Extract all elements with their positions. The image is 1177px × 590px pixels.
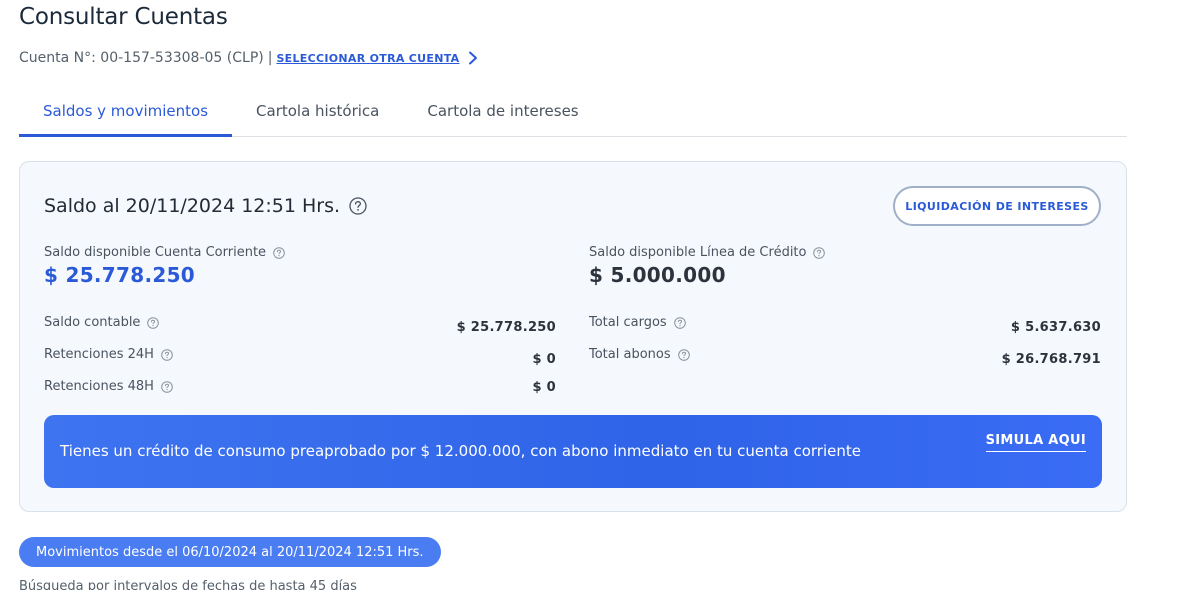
liquidation-interests-button[interactable]: LIQUIDACIÓN DE INTERESES bbox=[893, 186, 1101, 226]
row-value: $ 0 bbox=[532, 352, 556, 367]
table-row: Retenciones 48H $ 0 bbox=[44, 378, 556, 406]
search-interval-note: Búsqueda por intervalos de fechas de has… bbox=[19, 579, 357, 590]
question-circle-icon[interactable] bbox=[161, 348, 173, 361]
row-value: $ 5.637.630 bbox=[1010, 320, 1101, 335]
row-label: Retenciones 24H bbox=[44, 347, 154, 362]
row-label: Total abonos bbox=[589, 347, 671, 362]
tab-cartola-de-intereses[interactable]: Cartola de intereses bbox=[403, 90, 602, 136]
table-row: Total abonos $ 26.768.791 bbox=[589, 346, 1101, 378]
row-label-wrap: Total abonos bbox=[589, 347, 690, 362]
right-balance-rows: Total cargos $ 5.637.630 Total abonos $ … bbox=[589, 314, 1101, 378]
question-circle-icon[interactable] bbox=[349, 197, 367, 215]
question-circle-icon[interactable] bbox=[161, 380, 173, 393]
row-label-wrap: Retenciones 24H bbox=[44, 347, 173, 362]
simulate-link[interactable]: SIMULA AQUI bbox=[985, 433, 1086, 452]
available-credit-label-wrap: Saldo disponible Línea de Crédito bbox=[589, 245, 1101, 260]
question-circle-icon[interactable] bbox=[813, 246, 826, 259]
row-label-wrap: Saldo contable bbox=[44, 315, 160, 330]
question-circle-icon[interactable] bbox=[677, 348, 690, 361]
row-label: Saldo contable bbox=[44, 315, 141, 330]
preapproved-credit-banner: Tienes un crédito de consumo preaprobado… bbox=[44, 415, 1102, 488]
tab-cartola-historica[interactable]: Cartola histórica bbox=[232, 90, 403, 136]
row-label-wrap: Retenciones 48H bbox=[44, 379, 173, 394]
chevron-right-icon[interactable] bbox=[467, 51, 479, 65]
available-checking: Saldo disponible Cuenta Corriente $ 25.7… bbox=[44, 245, 556, 287]
balance-title: Saldo al 20/11/2024 12:51 Hrs. bbox=[44, 195, 367, 217]
separator: | bbox=[267, 50, 273, 66]
account-selector: Cuenta N°: 00-157-53308-05 (CLP) | SELEC… bbox=[19, 50, 479, 66]
question-circle-icon[interactable] bbox=[673, 316, 686, 329]
page-title: Consultar Cuentas bbox=[19, 4, 228, 30]
balance-card: Saldo al 20/11/2024 12:51 Hrs. LIQUIDACI… bbox=[19, 161, 1127, 512]
promo-text: Tienes un crédito de consumo preaprobado… bbox=[60, 442, 861, 460]
row-label: Total cargos bbox=[589, 315, 667, 330]
select-other-account-link[interactable]: SELECCIONAR OTRA CUENTA bbox=[276, 52, 459, 65]
available-checking-label-wrap: Saldo disponible Cuenta Corriente bbox=[44, 245, 556, 260]
available-credit: Saldo disponible Línea de Crédito $ 5.00… bbox=[589, 245, 1101, 287]
balance-title-text: Saldo al 20/11/2024 12:51 Hrs. bbox=[44, 195, 341, 217]
table-row: Total cargos $ 5.637.630 bbox=[589, 314, 1101, 346]
available-credit-amount: $ 5.000.000 bbox=[589, 263, 726, 287]
row-value: $ 26.768.791 bbox=[1001, 352, 1101, 367]
row-label-wrap: Total cargos bbox=[589, 315, 686, 330]
table-row: Saldo contable $ 25.778.250 bbox=[44, 314, 556, 346]
question-circle-icon[interactable] bbox=[147, 316, 160, 329]
row-value: $ 0 bbox=[532, 380, 556, 395]
tab-saldos-y-movimientos[interactable]: Saldos y movimientos bbox=[19, 90, 233, 137]
available-credit-label: Saldo disponible Línea de Crédito bbox=[589, 245, 807, 260]
table-row: Retenciones 24H $ 0 bbox=[44, 346, 556, 378]
question-circle-icon[interactable] bbox=[273, 246, 285, 259]
row-label: Retenciones 48H bbox=[44, 379, 154, 394]
row-value: $ 25.778.250 bbox=[456, 320, 556, 335]
left-balance-rows: Saldo contable $ 25.778.250 Retenciones … bbox=[44, 314, 556, 406]
tab-bar: Saldos y movimientos Cartola histórica C… bbox=[19, 90, 1127, 137]
account-number: Cuenta N°: 00-157-53308-05 (CLP) bbox=[19, 50, 264, 66]
movements-range-badge: Movimientos desde el 06/10/2024 al 20/11… bbox=[19, 537, 441, 567]
available-checking-label: Saldo disponible Cuenta Corriente bbox=[44, 245, 267, 260]
available-checking-amount: $ 25.778.250 bbox=[44, 263, 196, 287]
